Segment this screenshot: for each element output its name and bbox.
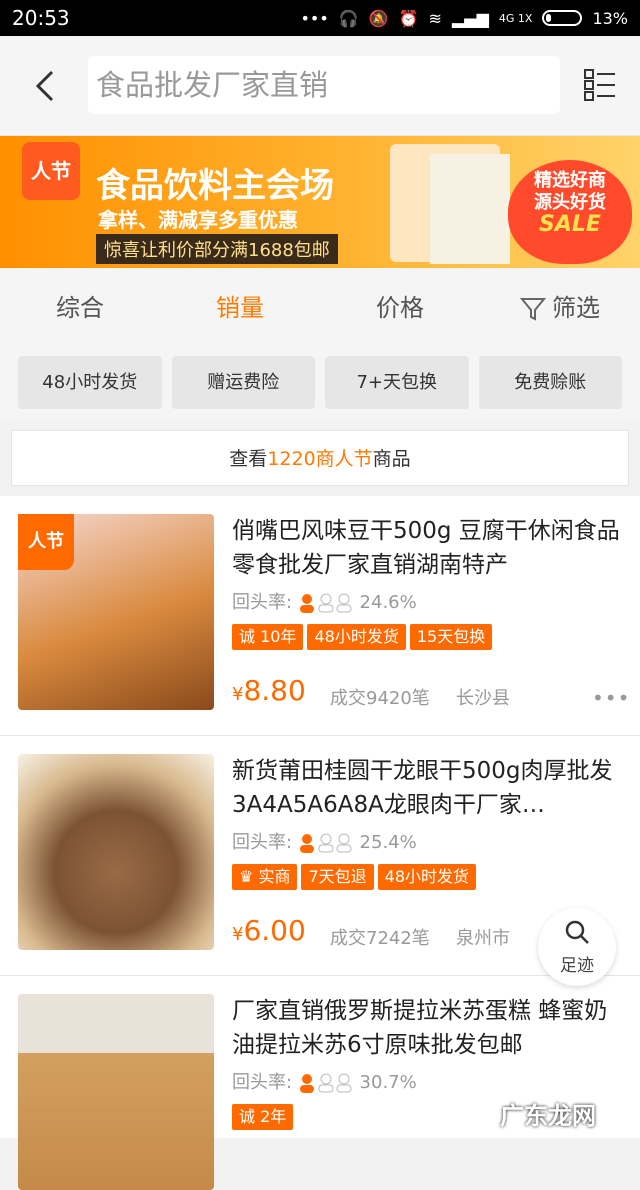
people-icon	[299, 593, 352, 613]
tag-integrity: 诚 10年	[232, 624, 304, 650]
badge-line2: 源头好货	[534, 192, 606, 213]
yuan-symbol: ¥	[232, 924, 244, 945]
tag-48h: 48小时发货	[307, 624, 406, 650]
status-icons: ••• 🎧 🔕 ⏰ ≋ ▂▄▆ 4G 1X 13%	[300, 9, 628, 28]
product-image	[18, 994, 214, 1190]
tag-integrity: 诚 2年	[232, 1104, 294, 1130]
battery-icon	[542, 10, 583, 26]
product-title: 俏嘴巴风味豆干500g 豆腐干休闲食品零食批发厂家直销湖南特产	[232, 518, 620, 578]
footprint-button[interactable]: 足迹	[538, 908, 616, 986]
banner-sale-badge: 精选好商 源头好货 SALE	[508, 160, 632, 264]
chip-shipping-insurance[interactable]: 赠运费险	[171, 356, 315, 409]
product-price: ¥8.80	[232, 674, 306, 707]
notice-suffix: 商品	[372, 448, 411, 470]
badge-line1: 精选好商	[534, 170, 606, 191]
people-icon	[299, 1073, 352, 1093]
repeat-rate: 回头率: 25.4%	[232, 828, 417, 854]
product-title: 厂家直销俄罗斯提拉米苏蛋糕 蜂蜜奶油提拉米苏6寸原味批发包邮	[232, 998, 608, 1058]
seller-region: 泉州市	[456, 928, 510, 949]
alarm-icon: ⏰	[398, 8, 419, 28]
list-item[interactable]: 人节 俏嘴巴风味豆干500g 豆腐干休闲食品零食批发厂家直销湖南特产 回头率: …	[0, 496, 640, 736]
product-image	[18, 754, 214, 950]
tag-verified-label: 实商	[258, 867, 291, 886]
repeat-value: 25.4%	[359, 832, 417, 853]
product-image: 人节	[18, 514, 214, 710]
product-price: ¥6.00	[232, 914, 306, 947]
more-dots-icon: •••	[300, 8, 329, 28]
product-tags: ♛ 实商 7天包退 48小时发货	[232, 864, 477, 890]
footprint-icon	[565, 920, 589, 944]
signal-icon: ▂▄▆	[451, 8, 489, 28]
product-title: 新货莆田桂圆干龙眼干500g肉厚批发3A4A5A6A8A龙眼肉干厂家…	[232, 758, 613, 818]
status-time: 20:53	[12, 6, 70, 30]
search-input[interactable]: 食品批发厂家直销	[88, 56, 560, 114]
chip-7day-exchange[interactable]: 7+天包换	[325, 356, 469, 409]
repeat-label: 回头率:	[232, 592, 293, 613]
notice-prefix: 查看	[229, 448, 268, 470]
mute-icon: 🔕	[368, 8, 389, 28]
repeat-rate: 回头率: 30.7%	[232, 1068, 417, 1094]
sort-tabs: 综合 销量 价格 筛选	[0, 268, 640, 348]
chip-48h-shipping[interactable]: 48小时发货	[18, 356, 162, 409]
people-icon	[299, 833, 352, 853]
banner-title: 食品饮料主会场	[96, 166, 334, 206]
filter-label: 筛选	[552, 294, 600, 322]
product-tags: 诚 10年 48小时发货 15天包换	[232, 624, 493, 650]
status-bar: 20:53 ••• 🎧 🔕 ⏰ ≋ ▂▄▆ 4G 1X 13%	[0, 0, 640, 36]
yuan-symbol: ¥	[232, 684, 244, 705]
banner-product-image-2	[430, 154, 510, 264]
festival-ribbon: 人节	[18, 514, 74, 570]
tag-48h: 48小时发货	[377, 864, 477, 890]
list-view-icon[interactable]	[584, 68, 616, 102]
battery-percent: 13%	[592, 8, 628, 28]
repeat-value: 24.6%	[359, 592, 417, 613]
crown-icon: ♛	[239, 867, 259, 886]
tab-filter[interactable]: 筛选	[480, 268, 640, 348]
tag-15day: 15天包换	[409, 624, 493, 650]
more-options-icon[interactable]: •••	[592, 686, 630, 710]
banner-promo: 惊喜让利价部分满1688包邮	[96, 234, 338, 264]
repeat-value: 30.7%	[359, 1072, 417, 1093]
festival-notice[interactable]: 查看1220商人节商品	[11, 430, 629, 486]
wifi-icon: ≋	[428, 8, 442, 28]
product-tags: 诚 2年	[232, 1104, 294, 1130]
tab-price[interactable]: 价格	[320, 268, 480, 348]
filter-funnel-icon	[519, 298, 547, 321]
repeat-label: 回头率:	[232, 832, 293, 853]
tab-sales[interactable]: 销量	[160, 268, 320, 348]
filter-chips: 48小时发货 赠运费险 7+天包换 免费赊账	[0, 348, 640, 420]
product-list: 人节 俏嘴巴风味豆干500g 豆腐干休闲食品零食批发厂家直销湖南特产 回头率: …	[0, 496, 640, 1190]
network-type: 4G 1X	[498, 11, 533, 25]
promo-banner[interactable]: 人节 食品饮料主会场 拿样、满减享多重优惠 惊喜让利价部分满1688包邮 精选好…	[0, 136, 640, 268]
tag-7day-return: 7天包退	[301, 864, 374, 890]
seller-region: 长沙县	[456, 688, 510, 709]
price-value: 8.80	[243, 674, 306, 707]
repeat-label: 回头率:	[232, 1072, 293, 1093]
banner-subtitle: 拿样、满减享多重优惠	[98, 208, 298, 232]
repeat-rate: 回头率: 24.6%	[232, 588, 417, 614]
footprint-label: 足迹	[560, 956, 594, 976]
tag-verified-merchant: ♛ 实商	[232, 864, 298, 890]
headset-icon: 🎧	[338, 8, 359, 28]
watermark: 广东龙网	[500, 1102, 596, 1130]
tab-comprehensive[interactable]: 综合	[0, 268, 160, 348]
notice-highlight: 1220商人节	[267, 448, 373, 470]
deal-count: 成交9420笔	[330, 688, 430, 709]
badge-sale: SALE	[539, 212, 601, 237]
back-arrow-icon[interactable]	[30, 68, 60, 104]
banner-logo: 人节	[22, 142, 80, 200]
top-header: 食品批发厂家直销	[0, 36, 640, 136]
chip-free-credit[interactable]: 免费赊账	[478, 356, 622, 409]
price-value: 6.00	[243, 914, 306, 947]
deal-count: 成交7242笔	[330, 928, 430, 949]
